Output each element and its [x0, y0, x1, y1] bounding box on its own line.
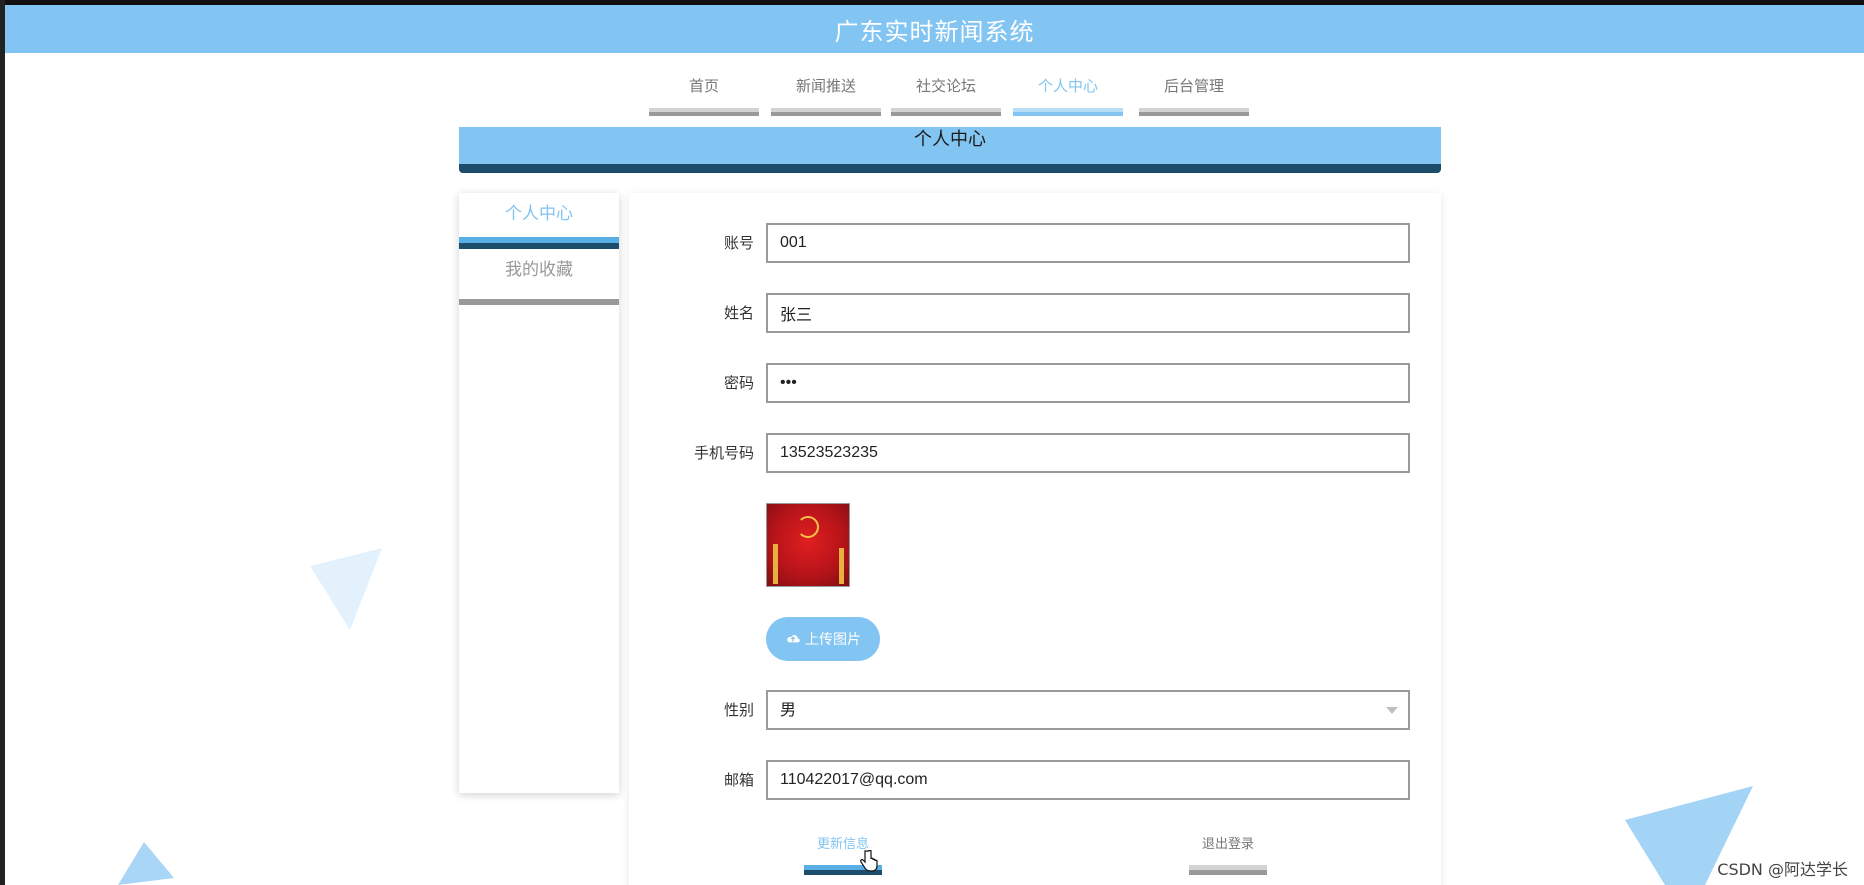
nav-item-bar — [891, 108, 1001, 116]
chevron-down-icon — [1386, 707, 1398, 714]
account-input[interactable] — [766, 223, 1410, 263]
name-label: 姓名 — [723, 304, 754, 322]
upload-image-button[interactable]: 上传图片 — [766, 617, 880, 661]
app-header: 广东实时新闻系统 — [5, 5, 1864, 53]
nav-item-bar — [771, 108, 881, 116]
password-input[interactable] — [766, 363, 1410, 403]
nav-item-admin[interactable]: 后台管理 — [1139, 70, 1249, 118]
name-input[interactable] — [766, 293, 1410, 333]
form-row-account: 账号 — [629, 223, 1441, 263]
section-title: 个人中心 — [914, 129, 986, 150]
form-row-name: 姓名 — [629, 293, 1441, 333]
phone-input[interactable] — [766, 433, 1410, 473]
window-left-border — [0, 0, 5, 885]
app-title: 广东实时新闻系统 — [834, 17, 1035, 46]
nav-item-forum[interactable]: 社交论坛 — [891, 70, 1001, 118]
upload-button-label: 上传图片 — [805, 631, 861, 647]
nav-item-label: 后台管理 — [1163, 77, 1224, 95]
hand-pointer-icon — [860, 850, 878, 872]
watermark-text: CSDN @阿达学长 — [1717, 860, 1848, 879]
phone-label: 手机号码 — [693, 444, 754, 462]
nav-item-label: 个人中心 — [1037, 77, 1098, 95]
nav-item-home[interactable]: 首页 — [649, 70, 759, 118]
form-row-password: 密码 — [629, 363, 1441, 403]
profile-form-panel: 账号 姓名 密码 手机号码 上传图片 性别 男 邮箱 更新信息 退出登录 — [629, 193, 1441, 885]
torch-shape — [773, 544, 778, 584]
account-label: 账号 — [723, 234, 754, 252]
section-banner-underline — [459, 164, 1441, 173]
form-row-email: 邮箱 — [629, 760, 1441, 800]
nav-item-bar — [1013, 108, 1123, 116]
sidebar-item-label: 我的收藏 — [505, 260, 573, 280]
main-nav: 首页 新闻推送 社交论坛 个人中心 后台管理 — [649, 70, 1249, 118]
nav-item-news-push[interactable]: 新闻推送 — [771, 70, 881, 118]
section-banner: 个人中心 — [459, 127, 1441, 173]
decor-triangle — [310, 548, 382, 630]
gender-select[interactable]: 男 — [766, 690, 1410, 730]
nav-item-bar — [1139, 108, 1249, 116]
nav-item-label: 新闻推送 — [795, 77, 856, 95]
sidebar-item-favorites[interactable]: 我的收藏 — [459, 249, 619, 305]
logout-button[interactable]: 退出登录 — [1189, 835, 1267, 875]
email-input[interactable] — [766, 760, 1410, 800]
emblem-shape — [797, 516, 819, 538]
sidebar-item-bar — [459, 237, 619, 249]
form-row-gender: 性别 男 — [629, 690, 1441, 730]
sidebar-item-label: 个人中心 — [505, 204, 573, 224]
nav-item-label: 社交论坛 — [915, 77, 976, 95]
logout-bar — [1189, 865, 1267, 875]
form-row-phone: 手机号码 — [629, 433, 1441, 473]
nav-item-personal-center[interactable]: 个人中心 — [1013, 70, 1123, 118]
logout-label: 退出登录 — [1201, 837, 1254, 852]
gender-select-value: 男 — [780, 700, 797, 719]
sidebar: 个人中心 我的收藏 — [459, 193, 619, 793]
decor-triangle — [118, 842, 174, 885]
email-label: 邮箱 — [723, 771, 754, 789]
sidebar-item-bar — [459, 299, 619, 305]
torch-shape — [839, 548, 844, 584]
nav-item-label: 首页 — [688, 77, 719, 95]
sidebar-item-personal-center[interactable]: 个人中心 — [459, 193, 619, 249]
cloud-upload-icon — [787, 635, 800, 643]
nav-item-bar — [649, 108, 759, 116]
password-label: 密码 — [723, 374, 754, 392]
gender-label: 性别 — [723, 701, 754, 719]
avatar-image — [766, 503, 850, 587]
